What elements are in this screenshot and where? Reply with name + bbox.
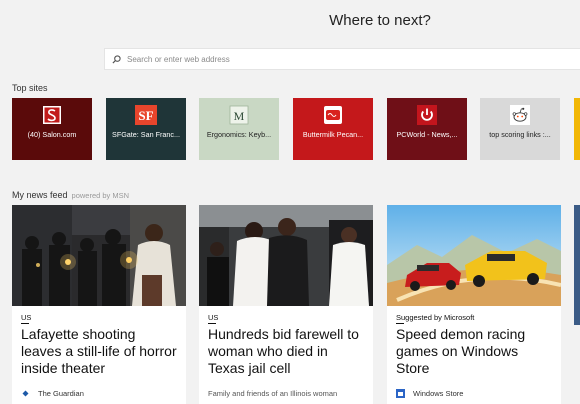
salon-icon bbox=[42, 105, 62, 125]
news-source-name: The Guardian bbox=[38, 389, 84, 398]
ergonomics-icon: M bbox=[229, 105, 249, 125]
news-category: US bbox=[208, 313, 219, 322]
reddit-icon bbox=[510, 105, 530, 125]
tile-label: top scoring links :... bbox=[489, 130, 551, 139]
news-snippet: Family and friends of an Illinois woman bbox=[208, 389, 338, 398]
kicker-underline bbox=[396, 323, 404, 324]
top-sites-label: Top sites bbox=[12, 83, 48, 93]
top-site-tile-buttermilk[interactable]: Buttermilk Pecan... bbox=[293, 98, 373, 160]
news-image-race-cars bbox=[387, 205, 561, 306]
power-icon bbox=[417, 105, 437, 125]
search-bar[interactable] bbox=[104, 48, 580, 70]
news-headline[interactable]: Hundreds bid farewell to woman who died … bbox=[208, 326, 365, 377]
news-headline[interactable]: Lafayette shooting leaves a still-life o… bbox=[21, 326, 178, 377]
news-card-partial[interactable] bbox=[574, 205, 580, 325]
buttermilk-icon bbox=[323, 105, 343, 125]
top-site-tile-partial[interactable] bbox=[574, 98, 580, 160]
news-source-name: Windows Store bbox=[413, 389, 464, 398]
news-image-funeral bbox=[199, 205, 373, 306]
tile-label: Ergonomics: Keyb... bbox=[206, 130, 272, 139]
search-input[interactable] bbox=[127, 54, 547, 64]
svg-text:SF: SF bbox=[138, 108, 153, 123]
kicker-underline bbox=[208, 323, 216, 324]
windows-store-icon bbox=[396, 389, 405, 398]
news-feed-label: My news feed powered by MSN bbox=[12, 190, 129, 200]
tile-label: Buttermilk Pecan... bbox=[302, 130, 364, 139]
tile-label: SFGate: San Franc... bbox=[112, 130, 180, 139]
top-site-tile-ergonomics[interactable]: M Ergonomics: Keyb... bbox=[199, 98, 279, 160]
news-image-vigil bbox=[12, 205, 186, 306]
powered-by-label: powered by MSN bbox=[71, 191, 130, 200]
search-icon bbox=[105, 54, 127, 64]
kicker-underline bbox=[21, 323, 29, 324]
news-card-lafayette[interactable]: US Lafayette shooting leaves a still-lif… bbox=[12, 205, 186, 404]
news-card-racing-games[interactable]: Suggested by Microsoft Speed demon racin… bbox=[387, 205, 561, 404]
news-category: Suggested by Microsoft bbox=[396, 313, 475, 322]
tile-label: (40) Salon.com bbox=[27, 130, 77, 139]
page-heading: Where to next? bbox=[329, 12, 431, 29]
news-source: Windows Store bbox=[396, 389, 463, 398]
sfgate-icon: SF bbox=[135, 105, 157, 125]
news-card-jail-cell[interactable]: US Hundreds bid farewell to woman who di… bbox=[199, 205, 373, 404]
tile-label: PCWorld - News,... bbox=[396, 130, 458, 139]
news-headline[interactable]: Speed demon racing games on Windows Stor… bbox=[396, 326, 553, 377]
news-source: The Guardian bbox=[21, 389, 84, 398]
news-feed-title: My news feed bbox=[12, 190, 68, 200]
news-category: US bbox=[21, 313, 32, 322]
top-site-tile-reddit[interactable]: top scoring links :... bbox=[480, 98, 560, 160]
top-site-tile-sfgate[interactable]: SF SFGate: San Franc... bbox=[106, 98, 186, 160]
guardian-logo-icon bbox=[21, 389, 30, 398]
top-site-tile-salon[interactable]: (40) Salon.com bbox=[12, 98, 92, 160]
svg-text:M: M bbox=[234, 109, 245, 123]
top-site-tile-pcworld[interactable]: PCWorld - News,... bbox=[387, 98, 467, 160]
